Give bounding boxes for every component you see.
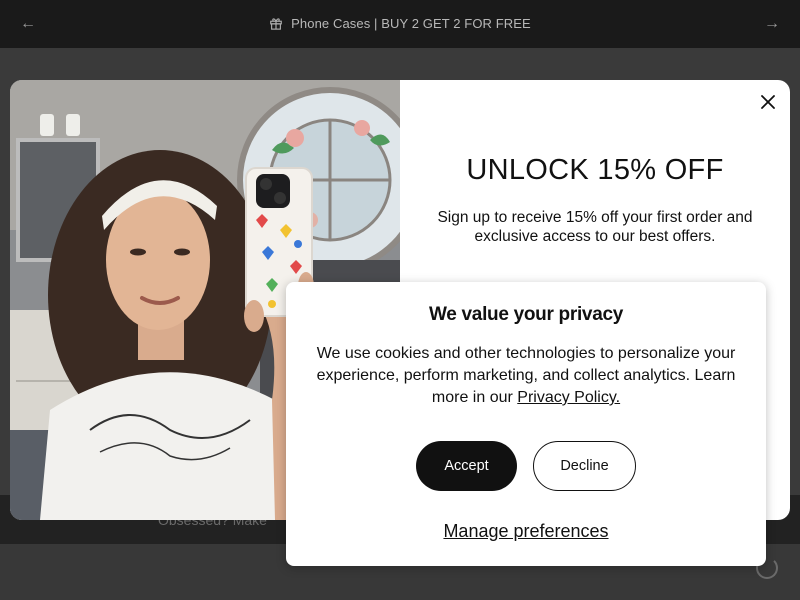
privacy-policy-link[interactable]: Privacy Policy.: [517, 389, 620, 406]
privacy-consent-dialog: We value your privacy We use cookies and…: [286, 282, 766, 566]
close-icon[interactable]: [758, 92, 778, 112]
announcement-message[interactable]: Phone Cases | BUY 2 GET 2 FOR FREE: [0, 16, 800, 31]
accept-button[interactable]: Accept: [416, 441, 517, 491]
manage-preferences-link[interactable]: Manage preferences: [286, 521, 766, 542]
announcement-text: Phone Cases | BUY 2 GET 2 FOR FREE: [291, 16, 531, 31]
arrow-right-icon[interactable]: →: [762, 14, 782, 34]
privacy-body: We use cookies and other technologies to…: [300, 343, 752, 409]
privacy-title: We value your privacy: [429, 304, 623, 325]
promo-title: UNLOCK 15% OFF: [466, 154, 724, 186]
decline-button[interactable]: Decline: [533, 441, 636, 491]
announcement-bar: ← Phone Cases | BUY 2 GET 2 FOR FREE →: [0, 0, 800, 48]
promo-subtitle: Sign up to receive 15% off your first or…: [437, 209, 753, 245]
gift-icon: [270, 18, 282, 30]
